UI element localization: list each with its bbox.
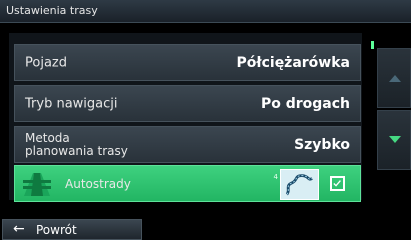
back-button[interactable]: ← Powrót (2, 219, 142, 240)
title-bar: Ustawienia trasy (0, 0, 411, 23)
vehicle-row[interactable]: Pojazd Półciężarówka (14, 44, 361, 81)
chevron-up-icon (389, 75, 401, 82)
navigation-mode-value: Po drogach (260, 95, 350, 112)
planning-method-label-line1: Metoda (25, 130, 70, 145)
scroll-indicator (371, 41, 374, 49)
highway-icon (23, 173, 51, 196)
planning-method-label-line2: planowania trasy (25, 143, 128, 158)
scroll-up-button[interactable] (377, 48, 411, 108)
planning-method-label: Metoda planowania trasy (25, 130, 128, 158)
back-label: Powrót (36, 223, 77, 237)
highways-checkbox[interactable] (330, 176, 345, 191)
highways-row[interactable]: Autostrady 4 odcinków 643 km (14, 165, 361, 202)
navigation-mode-label: Tryb nawigacji (25, 96, 118, 111)
arrow-left-icon: ← (13, 221, 25, 237)
chevron-down-icon (389, 136, 401, 143)
scroll-down-button[interactable] (377, 110, 411, 170)
route-icon[interactable] (280, 169, 319, 200)
highways-label: Autostrady (65, 176, 131, 191)
vehicle-label: Pojazd (25, 55, 67, 70)
page-title: Ustawienia trasy (6, 4, 98, 17)
navigation-mode-row[interactable]: Tryb nawigacji Po drogach (14, 85, 361, 122)
vehicle-value: Półciężarówka (236, 54, 350, 71)
planning-method-value: Szybko (294, 136, 350, 153)
planning-method-row[interactable]: Metoda planowania trasy Szybko (14, 126, 361, 163)
